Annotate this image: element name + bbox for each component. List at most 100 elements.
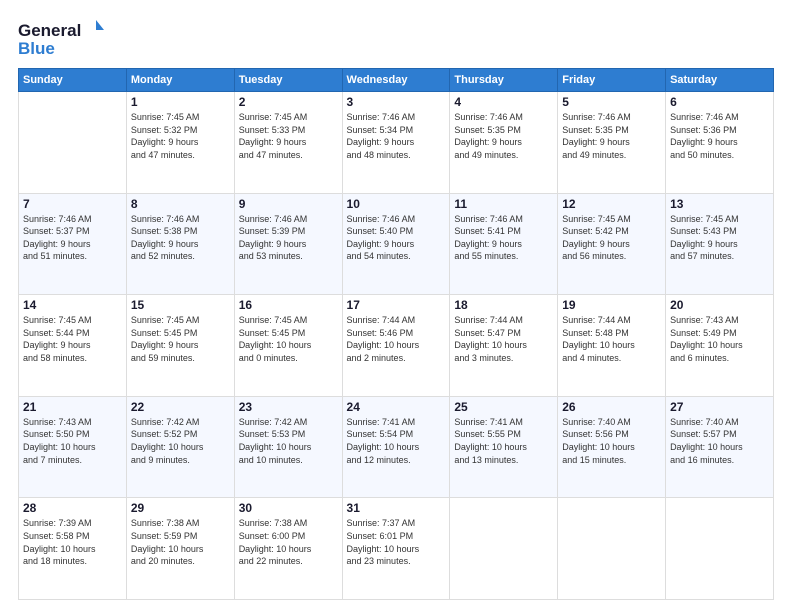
calendar-cell: 13 Sunrise: 7:45 AM Sunset: 5:43 PM Dayli… [666, 193, 774, 295]
day-number: 20 [670, 298, 769, 312]
day-info: Sunrise: 7:42 AM Sunset: 5:52 PM Dayligh… [131, 416, 230, 466]
day-number: 9 [239, 197, 338, 211]
header-row: SundayMondayTuesdayWednesdayThursdayFrid… [19, 69, 774, 92]
day-number: 1 [131, 95, 230, 109]
day-info: Sunrise: 7:45 AM Sunset: 5:32 PM Dayligh… [131, 111, 230, 161]
calendar-cell: 21Sunrise: 7:43 AM Sunset: 5:50 PM Dayli… [19, 396, 127, 498]
day-info: Sunrise: 7:46 AM Sunset: 5:36 PM Dayligh… [670, 111, 769, 161]
day-info: Sunrise: 7:40 AM Sunset: 5:56 PM Dayligh… [562, 416, 661, 466]
day-info: Sunrise: 7:41 AM Sunset: 5:54 PM Dayligh… [347, 416, 446, 466]
day-info: Sunrise: 7:39 AM Sunset: 5:58 PM Dayligh… [23, 517, 122, 567]
calendar-cell: 15 Sunrise: 7:45 AM Sunset: 5:45 PM Dayli… [126, 295, 234, 397]
calendar-cell: 18 Sunrise: 7:44 AM Sunset: 5:47 PM Dayli… [450, 295, 558, 397]
day-header-thursday: Thursday [450, 69, 558, 92]
calendar-cell: 16Sunrise: 7:45 AM Sunset: 5:45 PM Dayli… [234, 295, 342, 397]
day-info: Sunrise: 7:46 AM Sunset: 5:35 PM Dayligh… [454, 111, 553, 161]
day-info: Sunrise: 7:46 AM Sunset: 5:38 PM Dayligh… [131, 213, 230, 263]
day-number: 3 [347, 95, 446, 109]
day-info: Sunrise: 7:40 AM Sunset: 5:57 PM Dayligh… [670, 416, 769, 466]
day-number: 19 [562, 298, 661, 312]
day-header-friday: Friday [558, 69, 666, 92]
calendar-cell: 1 Sunrise: 7:45 AM Sunset: 5:32 PM Daylig… [126, 92, 234, 194]
calendar-cell: 24 Sunrise: 7:41 AM Sunset: 5:54 PM Dayli… [342, 396, 450, 498]
day-number: 18 [454, 298, 553, 312]
day-number: 11 [454, 197, 553, 211]
calendar-cell [666, 498, 774, 600]
calendar-cell: 14 Sunrise: 7:45 AM Sunset: 5:44 PM Dayli… [19, 295, 127, 397]
calendar-cell: 22 Sunrise: 7:42 AM Sunset: 5:52 PM Dayli… [126, 396, 234, 498]
day-number: 4 [454, 95, 553, 109]
day-info: Sunrise: 7:46 AM Sunset: 5:39 PM Dayligh… [239, 213, 338, 263]
day-info: Sunrise: 7:46 AM Sunset: 5:35 PM Dayligh… [562, 111, 661, 161]
calendar-cell: 25 Sunrise: 7:41 AM Sunset: 5:55 PM Dayli… [450, 396, 558, 498]
header: General Blue [18, 18, 774, 60]
day-number: 2 [239, 95, 338, 109]
day-number: 8 [131, 197, 230, 211]
day-number: 24 [347, 400, 446, 414]
logo: General Blue [18, 18, 108, 60]
day-info: Sunrise: 7:44 AM Sunset: 5:46 PM Dayligh… [347, 314, 446, 364]
svg-text:Blue: Blue [18, 39, 55, 58]
calendar-cell: 30 Sunrise: 7:38 AM Sunset: 6:00 PM Dayli… [234, 498, 342, 600]
calendar-cell: 17 Sunrise: 7:44 AM Sunset: 5:46 PM Dayli… [342, 295, 450, 397]
day-info: Sunrise: 7:45 AM Sunset: 5:44 PM Dayligh… [23, 314, 122, 364]
day-info: Sunrise: 7:45 AM Sunset: 5:45 PM Dayligh… [131, 314, 230, 364]
day-header-sunday: Sunday [19, 69, 127, 92]
day-number: 30 [239, 501, 338, 515]
day-number: 12 [562, 197, 661, 211]
day-number: 13 [670, 197, 769, 211]
day-number: 27 [670, 400, 769, 414]
logo-svg: General Blue [18, 18, 108, 60]
day-info: Sunrise: 7:46 AM Sunset: 5:37 PM Dayligh… [23, 213, 122, 263]
day-number: 28 [23, 501, 122, 515]
day-number: 29 [131, 501, 230, 515]
day-header-monday: Monday [126, 69, 234, 92]
day-number: 25 [454, 400, 553, 414]
day-number: 7 [23, 197, 122, 211]
day-info: Sunrise: 7:43 AM Sunset: 5:50 PM Dayligh… [23, 416, 122, 466]
day-info: Sunrise: 7:37 AM Sunset: 6:01 PM Dayligh… [347, 517, 446, 567]
svg-text:General: General [18, 21, 81, 40]
calendar-cell: 31 Sunrise: 7:37 AM Sunset: 6:01 PM Dayli… [342, 498, 450, 600]
calendar-cell: 26Sunrise: 7:40 AM Sunset: 5:56 PM Dayli… [558, 396, 666, 498]
calendar-cell [19, 92, 127, 194]
day-number: 17 [347, 298, 446, 312]
calendar-cell: 20 Sunrise: 7:43 AM Sunset: 5:49 PM Dayli… [666, 295, 774, 397]
day-number: 5 [562, 95, 661, 109]
calendar-cell: 3 Sunrise: 7:46 AM Sunset: 5:34 PM Daylig… [342, 92, 450, 194]
day-info: Sunrise: 7:44 AM Sunset: 5:48 PM Dayligh… [562, 314, 661, 364]
calendar-cell: 9 Sunrise: 7:46 AM Sunset: 5:39 PM Daylig… [234, 193, 342, 295]
day-number: 10 [347, 197, 446, 211]
day-info: Sunrise: 7:44 AM Sunset: 5:47 PM Dayligh… [454, 314, 553, 364]
calendar-cell: 11 Sunrise: 7:46 AM Sunset: 5:41 PM Dayli… [450, 193, 558, 295]
day-header-saturday: Saturday [666, 69, 774, 92]
day-number: 6 [670, 95, 769, 109]
calendar-cell: 8 Sunrise: 7:46 AM Sunset: 5:38 PM Daylig… [126, 193, 234, 295]
day-number: 23 [239, 400, 338, 414]
week-row-3: 14 Sunrise: 7:45 AM Sunset: 5:44 PM Dayli… [19, 295, 774, 397]
day-info: Sunrise: 7:41 AM Sunset: 5:55 PM Dayligh… [454, 416, 553, 466]
calendar-cell: 10 Sunrise: 7:46 AM Sunset: 5:40 PM Dayli… [342, 193, 450, 295]
day-info: Sunrise: 7:42 AM Sunset: 5:53 PM Dayligh… [239, 416, 338, 466]
day-number: 22 [131, 400, 230, 414]
day-info: Sunrise: 7:46 AM Sunset: 5:34 PM Dayligh… [347, 111, 446, 161]
day-number: 31 [347, 501, 446, 515]
calendar-cell [450, 498, 558, 600]
day-number: 15 [131, 298, 230, 312]
week-row-2: 7 Sunrise: 7:46 AM Sunset: 5:37 PM Daylig… [19, 193, 774, 295]
day-header-tuesday: Tuesday [234, 69, 342, 92]
calendar-cell: 28 Sunrise: 7:39 AM Sunset: 5:58 PM Dayli… [19, 498, 127, 600]
day-info: Sunrise: 7:38 AM Sunset: 6:00 PM Dayligh… [239, 517, 338, 567]
day-info: Sunrise: 7:43 AM Sunset: 5:49 PM Dayligh… [670, 314, 769, 364]
day-number: 14 [23, 298, 122, 312]
calendar-cell: 4 Sunrise: 7:46 AM Sunset: 5:35 PM Daylig… [450, 92, 558, 194]
calendar-cell [558, 498, 666, 600]
day-info: Sunrise: 7:46 AM Sunset: 5:40 PM Dayligh… [347, 213, 446, 263]
day-info: Sunrise: 7:45 AM Sunset: 5:43 PM Dayligh… [670, 213, 769, 263]
calendar-cell: 12Sunrise: 7:45 AM Sunset: 5:42 PM Dayli… [558, 193, 666, 295]
day-number: 16 [239, 298, 338, 312]
week-row-1: 1 Sunrise: 7:45 AM Sunset: 5:32 PM Daylig… [19, 92, 774, 194]
day-header-wednesday: Wednesday [342, 69, 450, 92]
day-info: Sunrise: 7:46 AM Sunset: 5:41 PM Dayligh… [454, 213, 553, 263]
day-info: Sunrise: 7:38 AM Sunset: 5:59 PM Dayligh… [131, 517, 230, 567]
